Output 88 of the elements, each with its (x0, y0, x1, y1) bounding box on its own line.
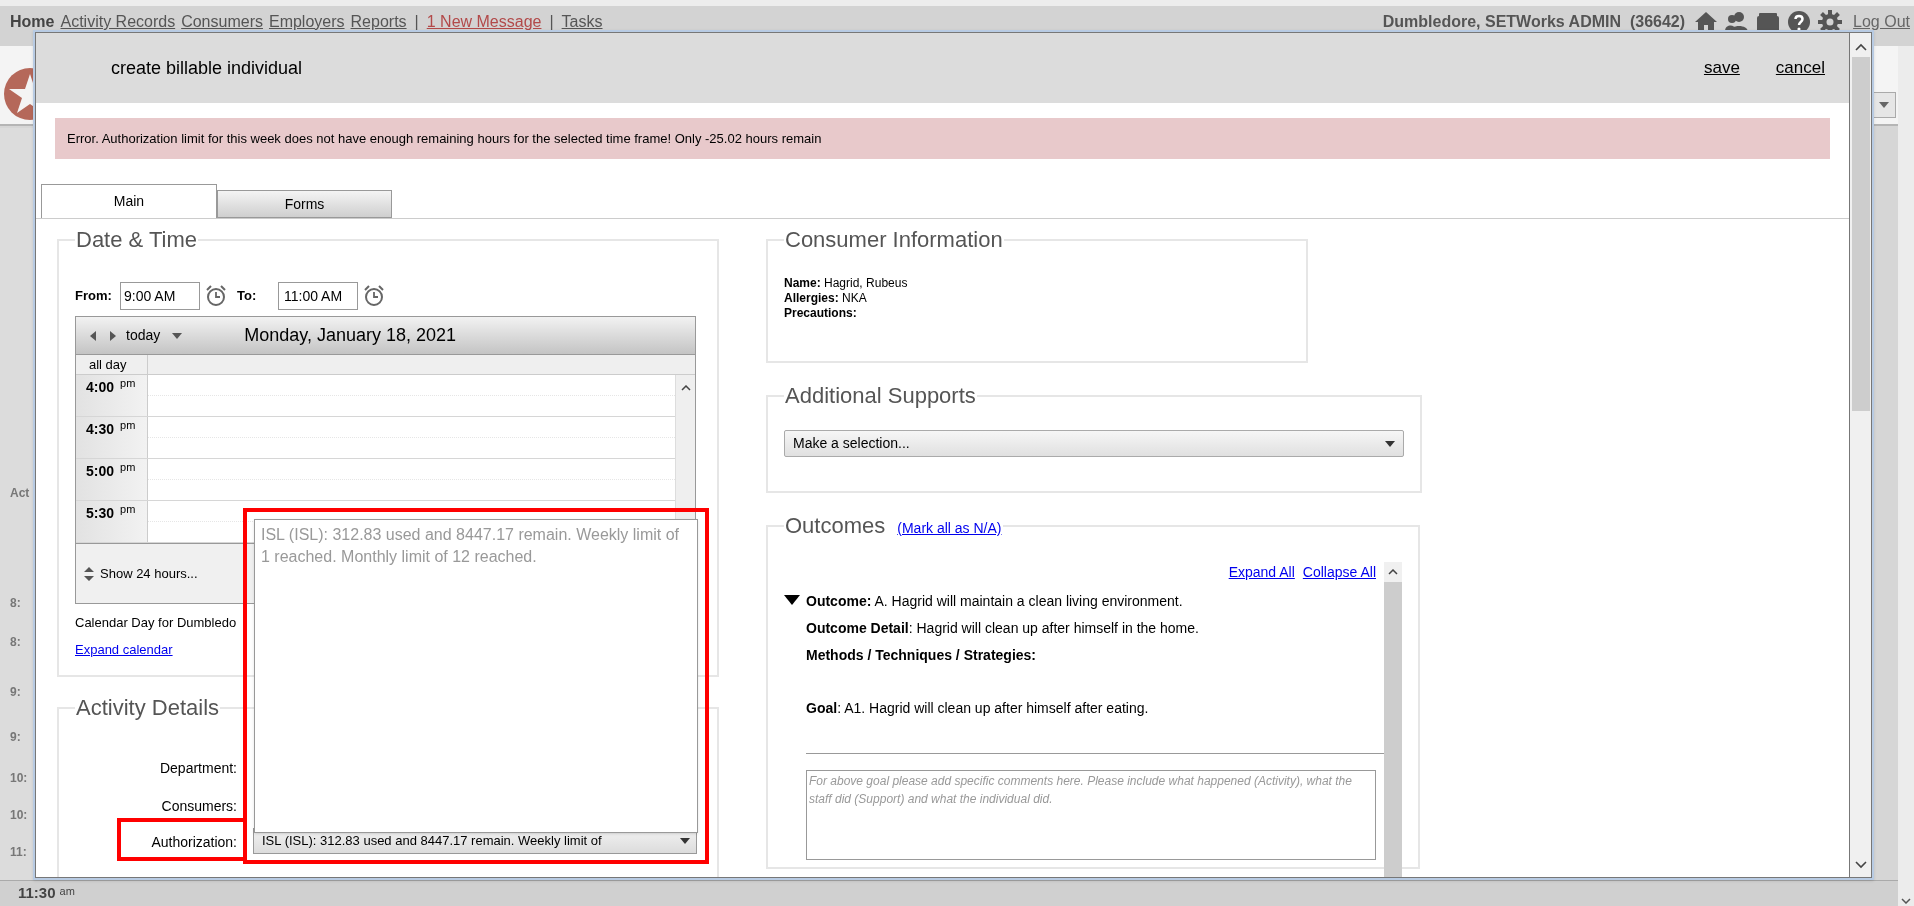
time-field[interactable]: 9:00 AM (120, 282, 200, 310)
scrollbar-thumb[interactable] (1851, 57, 1870, 411)
section-title: Outcomes (785, 512, 886, 540)
separator-text: | (413, 12, 420, 32)
expand-triangle-icon[interactable] (784, 595, 800, 605)
all-day-label: all day (76, 355, 148, 374)
time-suffix: pm (120, 376, 136, 391)
outcome-line: Methods / Techniques / Strategies: (806, 646, 1037, 665)
chevron-up-icon (680, 385, 691, 391)
time-label: 10: (10, 807, 28, 824)
nav-link[interactable]: Tasks (561, 10, 603, 34)
section-title: Consumer Information (784, 226, 1004, 254)
info-line: Allergies: NKA (784, 291, 868, 306)
section-title: Date & Time (75, 226, 199, 254)
expand-icon (84, 566, 94, 581)
time-label: 11:30 (18, 883, 56, 904)
tab[interactable]: Forms (217, 190, 392, 218)
field-label: From: (75, 287, 113, 306)
home-icon (1694, 11, 1719, 33)
today-button[interactable]: today (126, 325, 161, 346)
user-name: Dumbledore, SETWorks ADMIN (36642) (1382, 12, 1686, 32)
expand-calendar-link[interactable]: Expand calendar (75, 639, 173, 659)
info-line: Name: Hagrid, Rubeus (784, 276, 909, 291)
caret-icon (1879, 102, 1889, 108)
scrollbar[interactable] (1850, 32, 1872, 878)
time-label: 4:30 (86, 420, 115, 439)
outcome-line: Outcome: A. Hagrid will maintain a clean living environment. (806, 592, 1184, 611)
field-label: To: (237, 287, 258, 306)
caret-icon (1385, 440, 1395, 447)
tab[interactable]: Main (41, 184, 217, 218)
time-label: 9: (10, 729, 21, 746)
supports-select[interactable]: Make a selection... (784, 430, 1404, 457)
section-title: Additional Supports (784, 382, 977, 410)
calendar-date: Monday, January 18, 2021 (244, 324, 457, 347)
nav-link[interactable]: 1 New Message (426, 10, 542, 34)
chevron-down-icon (1854, 861, 1867, 869)
nav-label[interactable]: Home (10, 10, 55, 34)
chevron-up-icon (1388, 569, 1398, 575)
info-line: Precautions: (784, 306, 858, 321)
time-label: 11: (10, 844, 27, 861)
field-label: Authorization: (150, 833, 237, 852)
expand-all-link[interactable]: Expand All (1228, 562, 1295, 583)
calendar-caption: Calendar Day for Dumbledo (75, 614, 238, 632)
mark-all-link[interactable]: (Mark all as N/A) (897, 518, 1002, 539)
nav-link[interactable]: Consumers (181, 10, 263, 34)
time-suffix: pm (120, 460, 136, 475)
scrollbar[interactable] (1898, 46, 1914, 906)
time-suffix: pm (120, 502, 136, 517)
section-title: Activity Details (75, 694, 221, 722)
select-value: Make a selection... (793, 434, 911, 453)
dialog-title: create billable individual (111, 56, 303, 80)
field-label: Department: (158, 759, 237, 778)
next-icon (110, 330, 116, 341)
time-label: 4:00 (86, 378, 115, 397)
field-label: Consumers: (160, 797, 237, 816)
collapse-all-link[interactable]: Collapse All (1302, 562, 1376, 583)
logout-link[interactable]: Log Out (1853, 10, 1910, 34)
separator-text: | (548, 12, 555, 32)
time-field[interactable]: 11:00 AM (278, 282, 358, 310)
comment-field[interactable]: For above goal please add specific comments here. Please include what happened (Activity), what the staff did (Support) and what the individual did. (806, 770, 1376, 860)
time-label: 8: (10, 634, 21, 651)
dropdown[interactable] (1872, 92, 1896, 118)
clock-icon (205, 285, 227, 307)
time-label: 10: (10, 770, 28, 787)
select-value: ISL (ISL): 312.83 used and 8447.17 remain. Weekly limit of (262, 832, 603, 851)
nav-link[interactable]: Reports (350, 10, 407, 34)
caret-icon (680, 838, 690, 844)
caret-icon (172, 332, 183, 339)
time-label: 9: (10, 684, 21, 701)
time-label: Act (10, 485, 30, 502)
show-hours-link[interactable]: Show 24 hours... (100, 563, 198, 584)
time-suffix: pm (120, 418, 136, 433)
time-label: 5:30 (86, 504, 115, 523)
time-label: 5:00 (86, 462, 115, 481)
save-link[interactable]: save (1703, 55, 1740, 81)
clock-icon (363, 285, 385, 307)
cancel-link[interactable]: cancel (1775, 55, 1825, 81)
time-label: 8: (10, 595, 21, 612)
error-message: Error. Authorization limit for this week does not have enough remaining hours for the selected time frame! Only -25.02 hours remain (55, 118, 1830, 159)
previous-icon (90, 330, 96, 341)
goal-text: Goal: A1. Hagrid will clean up after himself after eating. (806, 699, 1150, 718)
nav-link[interactable]: Employers (268, 10, 345, 34)
chevron-up-icon (1854, 43, 1867, 51)
time-suffix: am (59, 884, 75, 899)
chevron-down-icon (1901, 898, 1911, 904)
nav-link[interactable]: Activity Records (60, 10, 176, 34)
outcome-line: Outcome Detail: Hagrid will clean up after himself in the home. (806, 619, 1199, 638)
scrollbar[interactable] (1384, 562, 1402, 877)
